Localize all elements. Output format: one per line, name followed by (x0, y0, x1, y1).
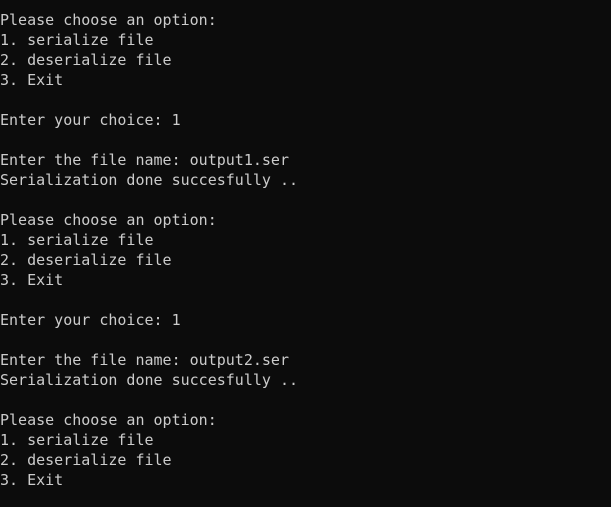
menu-prompt-line: Please choose an option: (0, 211, 217, 229)
menu-option-exit: 3. Exit (0, 71, 64, 89)
menu-option-deserialize: 2. deserialize file (0, 51, 172, 69)
filename-input-line: Enter the file name: output2.ser (0, 351, 289, 369)
status-message-line: Serialization done succesfully .. (0, 371, 299, 389)
menu-prompt-line: Please choose an option: (0, 11, 217, 29)
menu-option-exit: 3. Exit (0, 271, 64, 289)
menu-prompt-line: Please choose an option: (0, 411, 217, 429)
filename-input-line: Enter the file name: output1.ser (0, 151, 289, 169)
menu-option-serialize: 1. serialize file (0, 431, 154, 449)
menu-option-deserialize: 2. deserialize file (0, 251, 172, 269)
menu-option-exit: 3. Exit (0, 471, 64, 489)
menu-option-deserialize: 2. deserialize file (0, 451, 172, 469)
menu-option-serialize: 1. serialize file (0, 231, 154, 249)
menu-option-serialize: 1. serialize file (0, 31, 154, 49)
status-message-line: Serialization done succesfully .. (0, 171, 299, 189)
choice-input-line: Enter your choice: 1 (0, 111, 181, 129)
choice-input-line: Enter your choice: 1 (0, 311, 181, 329)
console-output[interactable]: Please choose an option: 1. serialize fi… (0, 0, 611, 507)
